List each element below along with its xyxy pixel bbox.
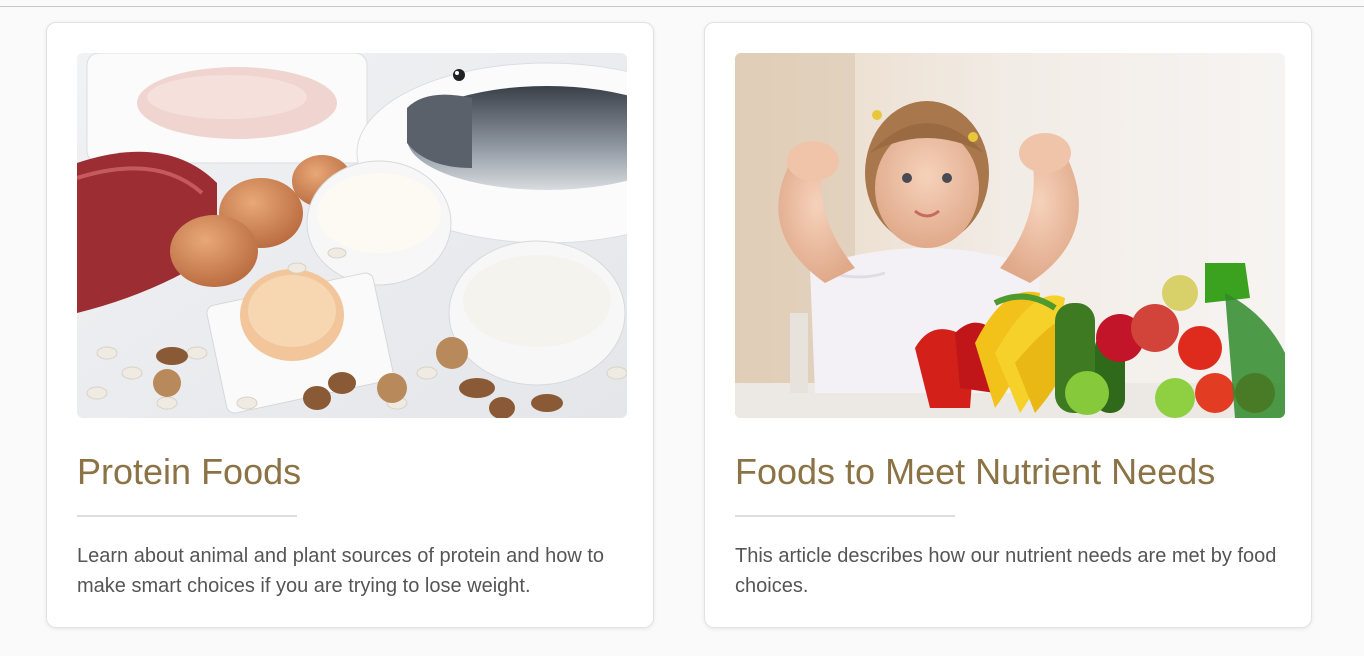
nutrient-needs-image[interactable] (735, 53, 1285, 418)
protein-foods-image[interactable] (77, 53, 627, 418)
top-rule (0, 6, 1364, 7)
card-divider (77, 515, 297, 517)
card-description: This article describes how our nutrient … (735, 545, 1277, 597)
article-card-nutrient-needs[interactable]: Foods to Meet Nutrient Needs This articl… (704, 22, 1312, 628)
card-description: Learn about animal and plant sources of … (77, 545, 605, 597)
card-divider (735, 515, 955, 517)
card-title[interactable]: Protein Foods (77, 451, 301, 493)
article-card-protein-foods[interactable]: Protein Foods Learn about animal and pla… (46, 22, 654, 628)
card-title[interactable]: Foods to Meet Nutrient Needs (735, 451, 1215, 493)
